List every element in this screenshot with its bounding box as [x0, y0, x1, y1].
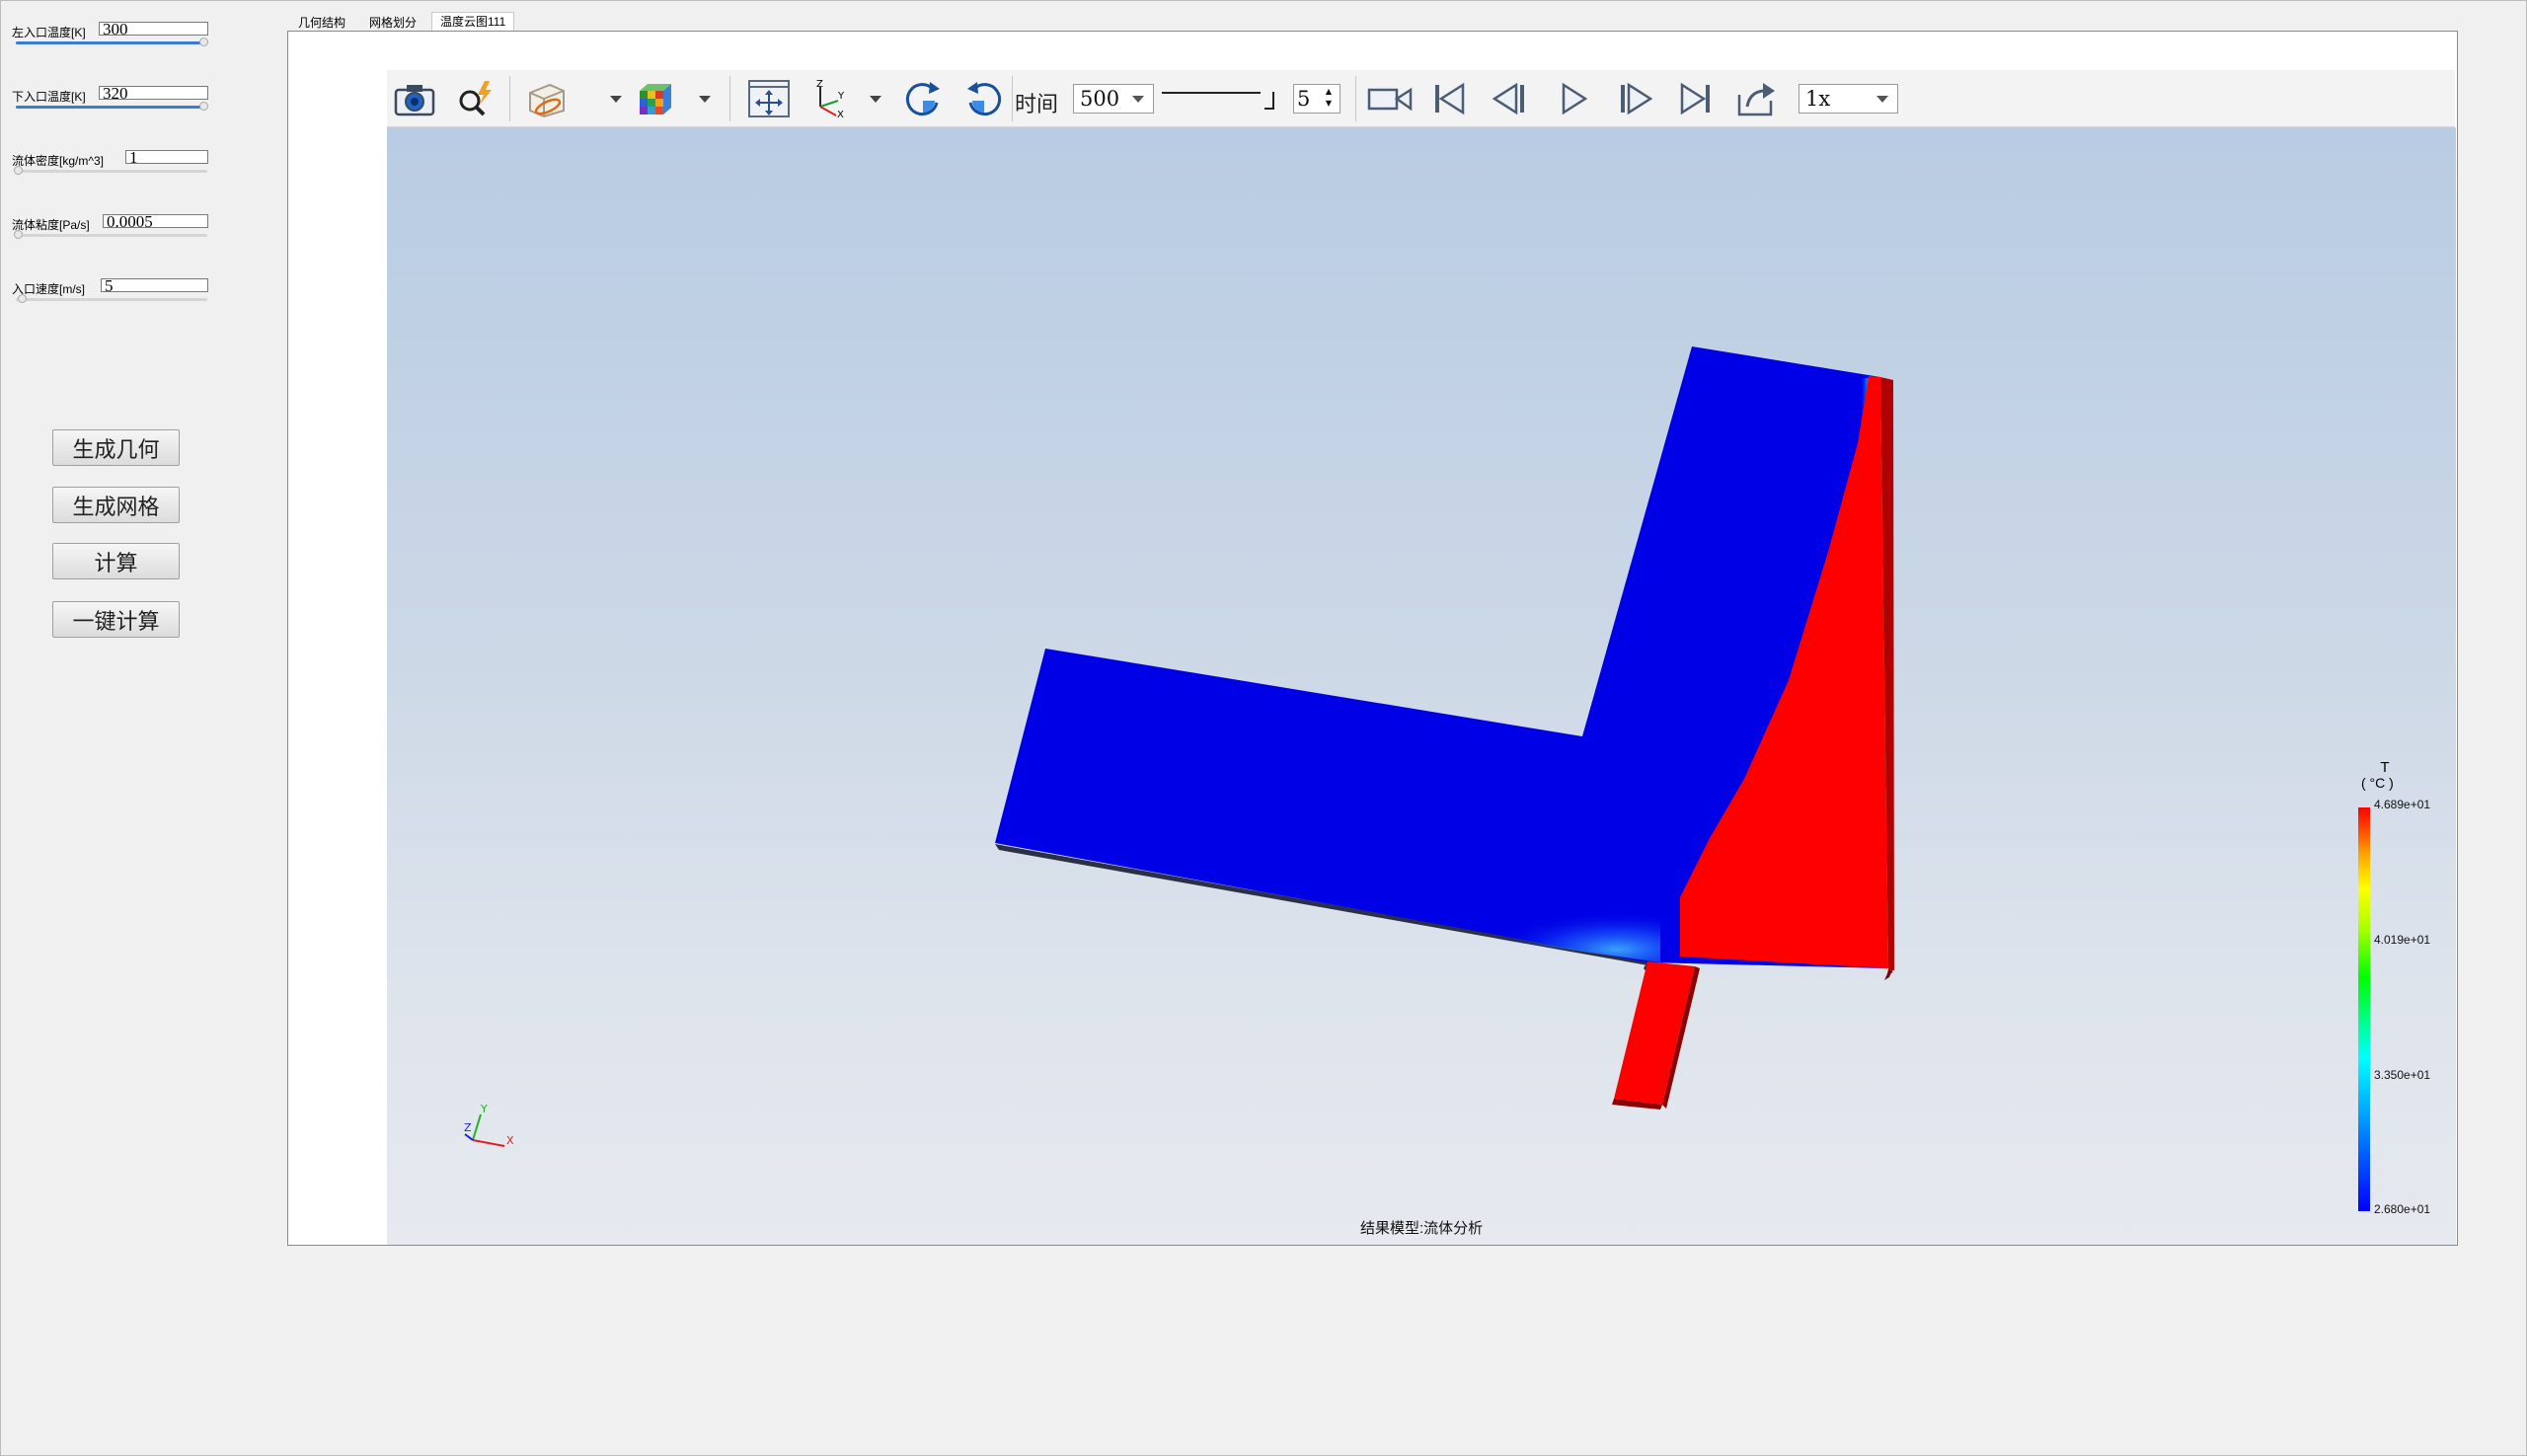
- axis-y-label: Y: [480, 1103, 488, 1115]
- fluid-viscosity-input[interactable]: 0.0005: [103, 214, 208, 228]
- chevron-down-icon[interactable]: [699, 96, 711, 103]
- compute-button[interactable]: 计算: [52, 543, 180, 579]
- toolbar-separator: [509, 76, 510, 121]
- generate-geometry-button[interactable]: 生成几何: [52, 429, 180, 466]
- param-label: 流体粘度[Pa/s]: [12, 218, 90, 232]
- param-label: 流体密度[kg/m^3]: [12, 154, 104, 168]
- param-inlet-velocity: 入口速度[m/s] 5: [10, 274, 212, 314]
- legend-color-bar: [2358, 807, 2370, 1211]
- one-click-compute-button[interactable]: 一键计算: [52, 601, 180, 638]
- fluid-density-input[interactable]: 1: [125, 150, 208, 164]
- viewer-toolbar: Z Y X 时间 500 5 ▲ ▼ 1x: [387, 70, 2455, 127]
- param-fluid-viscosity: 流体粘度[Pa/s] 0.0005: [10, 210, 212, 250]
- time-select-value: 500: [1080, 87, 1120, 111]
- bottom-inlet-temp-input[interactable]: 320: [99, 86, 208, 100]
- frame-spinbox-value: 5: [1297, 87, 1311, 111]
- generate-mesh-button[interactable]: 生成网格: [52, 487, 180, 523]
- frame-spinbox[interactable]: 5 ▲ ▼: [1293, 84, 1340, 114]
- legend-tick: 4.019e+01: [2374, 933, 2431, 947]
- next-frame-icon[interactable]: [1611, 78, 1656, 119]
- playback-speed-select[interactable]: 1x: [1799, 84, 1898, 114]
- chevron-down-icon[interactable]: [610, 96, 622, 103]
- fluid-viscosity-slider[interactable]: [14, 230, 207, 239]
- spin-up-icon[interactable]: ▲: [1326, 88, 1332, 96]
- toolbar-separator: [729, 76, 730, 121]
- time-slider[interactable]: [1162, 92, 1280, 112]
- param-left-inlet-temp: 左入口温度[K] 300: [10, 18, 212, 57]
- zoom-icon[interactable]: [452, 78, 498, 119]
- fluid-density-slider[interactable]: [14, 166, 207, 175]
- clip-plane-icon[interactable]: [524, 78, 570, 119]
- toolbar-separator: [1012, 76, 1013, 121]
- inlet-velocity-slider[interactable]: [16, 294, 207, 303]
- axis-triad: Y X Z: [464, 1103, 514, 1147]
- first-frame-icon[interactable]: [1427, 78, 1473, 119]
- prev-frame-icon[interactable]: [1489, 78, 1534, 119]
- fit-view-icon[interactable]: [746, 78, 792, 119]
- slider-thumb[interactable]: [18, 294, 27, 303]
- rotate-ccw-icon[interactable]: [961, 78, 1007, 119]
- toolbar-separator: [1355, 76, 1356, 121]
- 3d-viewport[interactable]: Y X Z: [387, 127, 2456, 1245]
- left-inlet-temp-input[interactable]: 300: [99, 22, 208, 36]
- rotate-cw-icon[interactable]: [900, 78, 946, 119]
- legend-tick: 3.350e+01: [2374, 1068, 2431, 1082]
- tab-mesh[interactable]: 网格划分: [361, 14, 424, 32]
- left-inlet-temp-slider[interactable]: [16, 38, 208, 46]
- bottom-inlet-temp-slider[interactable]: [16, 102, 208, 111]
- time-select[interactable]: 500: [1073, 84, 1154, 114]
- chevron-down-icon: [1132, 96, 1144, 103]
- chevron-down-icon: [1876, 96, 1888, 103]
- time-label: 时间: [1015, 93, 1059, 117]
- axes-orientation-icon[interactable]: Z Y X: [806, 78, 852, 119]
- spin-down-icon[interactable]: ▼: [1326, 100, 1332, 108]
- temperature-contour-render: [995, 346, 1894, 1110]
- axis-x-label: X: [506, 1134, 514, 1147]
- viewport-caption: 结果模型:流体分析: [1360, 1220, 1484, 1237]
- legend-title: T: [2380, 759, 2390, 776]
- svg-text:Z: Z: [816, 79, 823, 90]
- inlet-velocity-input[interactable]: 5: [101, 278, 208, 292]
- slider-thumb[interactable]: [14, 230, 23, 239]
- camera-icon[interactable]: [392, 78, 437, 119]
- param-bottom-inlet-temp: 下入口温度[K] 320: [10, 82, 212, 121]
- legend-tick-max: 4.689e+01: [2374, 798, 2431, 811]
- legend-tick-min: 2.680e+01: [2374, 1202, 2431, 1216]
- slider-thumb[interactable]: [199, 38, 208, 46]
- axis-z-label: Z: [464, 1121, 472, 1134]
- play-icon[interactable]: [1550, 78, 1595, 119]
- colormap-cube-icon[interactable]: [634, 78, 679, 119]
- svg-text:Y: Y: [837, 91, 845, 102]
- tab-geometry[interactable]: 几何结构: [290, 14, 353, 32]
- playback-speed-value: 1x: [1805, 87, 1831, 111]
- chevron-down-icon[interactable]: [870, 96, 881, 103]
- last-frame-icon[interactable]: [1672, 78, 1718, 119]
- slider-thumb[interactable]: [199, 102, 208, 111]
- slider-thumb[interactable]: [14, 166, 23, 175]
- export-icon[interactable]: [1733, 78, 1779, 119]
- param-fluid-density: 流体密度[kg/m^3] 1: [10, 146, 212, 186]
- record-video-icon[interactable]: [1367, 78, 1413, 119]
- param-label: 下入口温度[K]: [12, 90, 86, 104]
- svg-text:X: X: [837, 110, 844, 118]
- legend-unit: ( °C ): [2361, 775, 2394, 791]
- param-label: 左入口温度[K]: [12, 26, 86, 39]
